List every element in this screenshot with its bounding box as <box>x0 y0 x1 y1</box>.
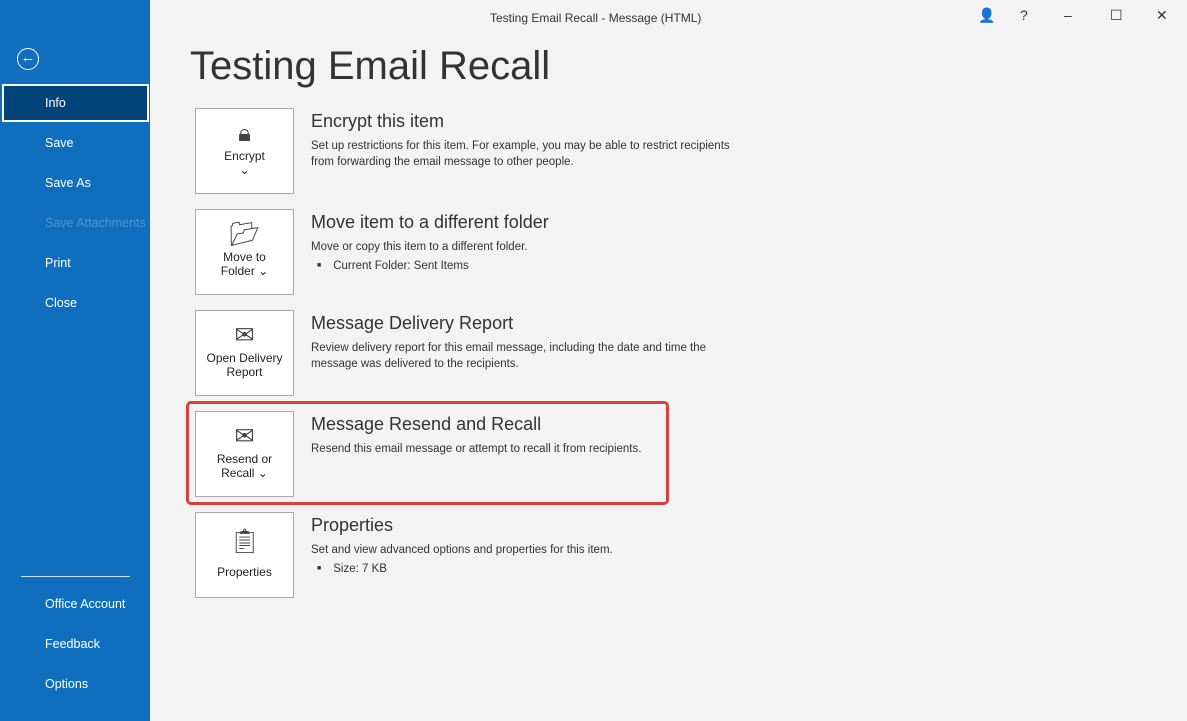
maximize-button[interactable]: ☐ <box>1110 7 1123 24</box>
nav-print[interactable]: Print <box>2 244 149 282</box>
nav-office-account[interactable]: Office Account <box>2 585 149 623</box>
backstage-sidebar: ← Info Save Save As Save Attachments Pri… <box>0 0 150 721</box>
open-delivery-report-button[interactable]: ✉︎ Open Delivery Report <box>195 310 294 396</box>
section-desc: Move or copy this item to a different fo… <box>311 239 751 274</box>
section-properties: 📋︎ Properties Properties Set and view adv… <box>195 512 755 598</box>
section-delivery-report: ✉︎ Open Delivery Report Message Delivery R… <box>195 310 755 396</box>
properties-icon: 📋︎ <box>229 528 260 555</box>
section-title: Properties <box>311 515 394 535</box>
info-page: Testing Email Recall - Message (HTML) 👤 … <box>150 0 1187 721</box>
nav-feedback[interactable]: Feedback <box>2 625 149 663</box>
nav-info[interactable]: Info <box>2 84 149 122</box>
nav-close[interactable]: Close <box>2 284 149 322</box>
back-arrow-icon[interactable]: ← <box>17 48 39 70</box>
section-title: Encrypt this item <box>311 111 445 131</box>
button-label: Move to <box>223 250 266 264</box>
section-title: Message Delivery Report <box>311 313 514 333</box>
close-window-button[interactable]: ✕ <box>1156 7 1168 24</box>
nav-save-as[interactable]: Save As <box>2 164 149 202</box>
move-to-folder-button[interactable]: 📂︎ Move to Folder ⌄ <box>195 209 294 295</box>
section-title: Move item to a different folder <box>311 212 549 232</box>
desc-text: Set and view advanced options and proper… <box>311 544 613 556</box>
desc-text: Move or copy this item to a different fo… <box>311 241 528 253</box>
help-button[interactable]: ? <box>1020 7 1028 23</box>
lock-icon: 🔒︎ <box>238 120 251 147</box>
page-title: Testing Email Recall <box>190 44 551 88</box>
size-info: Size: 7 KB <box>311 561 751 577</box>
window-title: Testing Email Recall - Message (HTML) <box>490 11 702 25</box>
folder-move-icon: 📂︎ <box>229 221 260 248</box>
section-encrypt: 🔒︎ Encrypt ⌄ Encrypt this item Set up rest… <box>195 108 755 194</box>
section-desc: Review delivery report for this email me… <box>311 342 707 370</box>
button-label: Open Delivery <box>206 351 283 365</box>
nav-save[interactable]: Save <box>2 124 149 162</box>
minimize-button[interactable]: – <box>1064 7 1072 23</box>
nav-save-attachments: Save Attachments <box>45 216 146 230</box>
button-label-2: Folder ⌄ <box>220 264 269 278</box>
button-label: Properties <box>217 565 272 579</box>
section-move: 📂︎ Move to Folder ⌄ Move item to a differe… <box>195 209 755 295</box>
encrypt-button[interactable]: 🔒︎ Encrypt ⌄ <box>195 108 294 194</box>
button-label-2: Report <box>226 365 263 379</box>
chevron-down-icon: ⌄ <box>239 163 250 177</box>
highlight-box <box>186 401 669 505</box>
button-label: Encrypt <box>224 149 265 163</box>
properties-button[interactable]: 📋︎ Properties <box>195 512 294 598</box>
current-folder: Current Folder: Sent Items <box>311 258 751 274</box>
section-desc: Set up restrictions for this item. For e… <box>311 140 730 168</box>
section-desc: Set and view advanced options and proper… <box>311 542 751 577</box>
nav-options[interactable]: Options <box>2 665 149 703</box>
envelope-info-icon: ✉︎ <box>234 322 255 349</box>
coauthor-icon[interactable]: 👤 <box>978 7 995 24</box>
divider <box>21 576 130 577</box>
